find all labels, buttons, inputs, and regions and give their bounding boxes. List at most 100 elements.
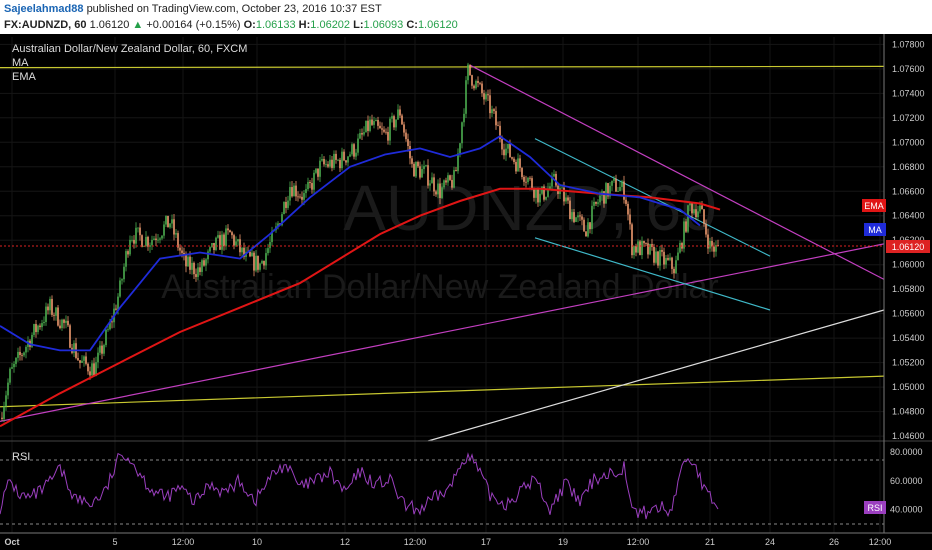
candle-body [351,144,353,155]
candle-body [399,109,401,116]
candle-body [199,267,201,272]
candle-body [49,298,51,311]
candle-body [693,209,695,214]
candle-body [263,261,265,266]
candle-body [405,132,407,140]
candle-body [461,122,463,144]
candle-body [285,201,287,208]
candle-body [107,329,109,331]
candle-body [227,228,229,231]
candle-body [457,153,459,172]
legend-ma[interactable]: MA [12,57,29,69]
candle-body [15,357,17,364]
candle-body [513,158,515,162]
candle-body [415,161,417,177]
candle-body [549,186,551,189]
candle-body [231,232,233,236]
candle-body [531,178,533,189]
candle-body [375,119,377,122]
close-value: 1.06120 [417,19,458,31]
candle-body [545,196,547,200]
price-tick-label: 1.06600 [892,186,925,196]
candle-body [385,131,387,133]
candle-body [393,116,395,128]
candle-body [373,121,375,125]
candle-body [37,325,39,333]
rsi-tick-label: 60.0000 [890,476,923,486]
candle-body [361,133,363,135]
candle-body [521,167,523,177]
candle-body [321,158,323,161]
time-tick-label: Oct [4,537,19,547]
rsi-pane-label: RSI [12,451,30,463]
candle-body [91,363,93,376]
time-tick-label: 12:00 [869,537,892,547]
candle-body [391,116,393,119]
candle-body [39,325,41,328]
candle-body [581,216,583,220]
candle-body [57,307,59,326]
author-link[interactable]: Sajeelahmad88 [4,3,84,15]
candle-body [297,196,299,198]
candle-body [89,371,91,376]
candle-body [657,251,659,266]
candle-body [77,357,79,361]
candle-body [103,345,105,354]
candle-body [33,324,35,335]
legend-ema[interactable]: EMA [12,71,37,83]
candle-body [241,247,243,253]
candle-body [641,240,643,256]
candle-body [439,183,441,198]
candle-body [307,182,309,190]
candle-body [117,296,119,310]
candle-body [645,243,647,245]
candle-body [35,324,37,333]
candle-body [347,156,349,163]
ma-badge-label: MA [868,225,882,235]
candle-body [313,172,315,190]
candle-body [293,185,295,197]
candle-body [7,382,9,396]
candle-body [119,280,121,297]
candle-body [525,181,527,183]
candle-body [85,356,87,364]
close-label: C: [406,19,418,31]
candle-body [63,319,65,323]
candle-body [655,251,657,263]
symbol-label[interactable]: FX:AUDNZD, 60 [4,19,87,31]
price-tick-label: 1.06400 [892,211,925,221]
change-up-arrow-icon: ▲ [132,19,144,31]
candle-body [689,203,691,206]
candle-body [67,320,69,326]
candle-body [509,143,511,158]
time-tick-label: 12:00 [627,537,650,547]
candle-body [539,193,541,203]
candle-body [301,196,303,200]
candle-body [59,325,61,329]
candle-body [25,346,27,353]
candle-body [259,263,261,270]
candle-body [575,217,577,222]
candle-body [413,163,415,177]
candle-body [219,235,221,250]
candle-body [291,187,293,197]
watermark-symbol: AUDNZD, 60 [343,172,716,244]
candle-body [97,352,99,363]
candle-body [495,111,497,126]
candle-body [377,119,379,126]
candle-body [455,170,457,172]
candle-body [705,223,707,235]
candle-body [305,189,307,194]
candle-body [215,237,217,250]
candle-body [465,80,467,114]
candle-body [671,257,673,269]
watermark-name: Australian Dollar/New Zealand Dollar [161,268,718,306]
candle-body [357,138,359,153]
candle-body [73,343,75,353]
candle-body [331,159,333,168]
quote-line: FX:AUDNZD, 60 1.06120 ▲ +0.00164 (+0.15%… [4,19,458,31]
candle-body [315,168,317,173]
candle-body [533,188,535,198]
candle-body [659,250,661,266]
price-chart[interactable]: AUDNZD, 60 Australian Dollar/New Zealand… [0,34,932,550]
